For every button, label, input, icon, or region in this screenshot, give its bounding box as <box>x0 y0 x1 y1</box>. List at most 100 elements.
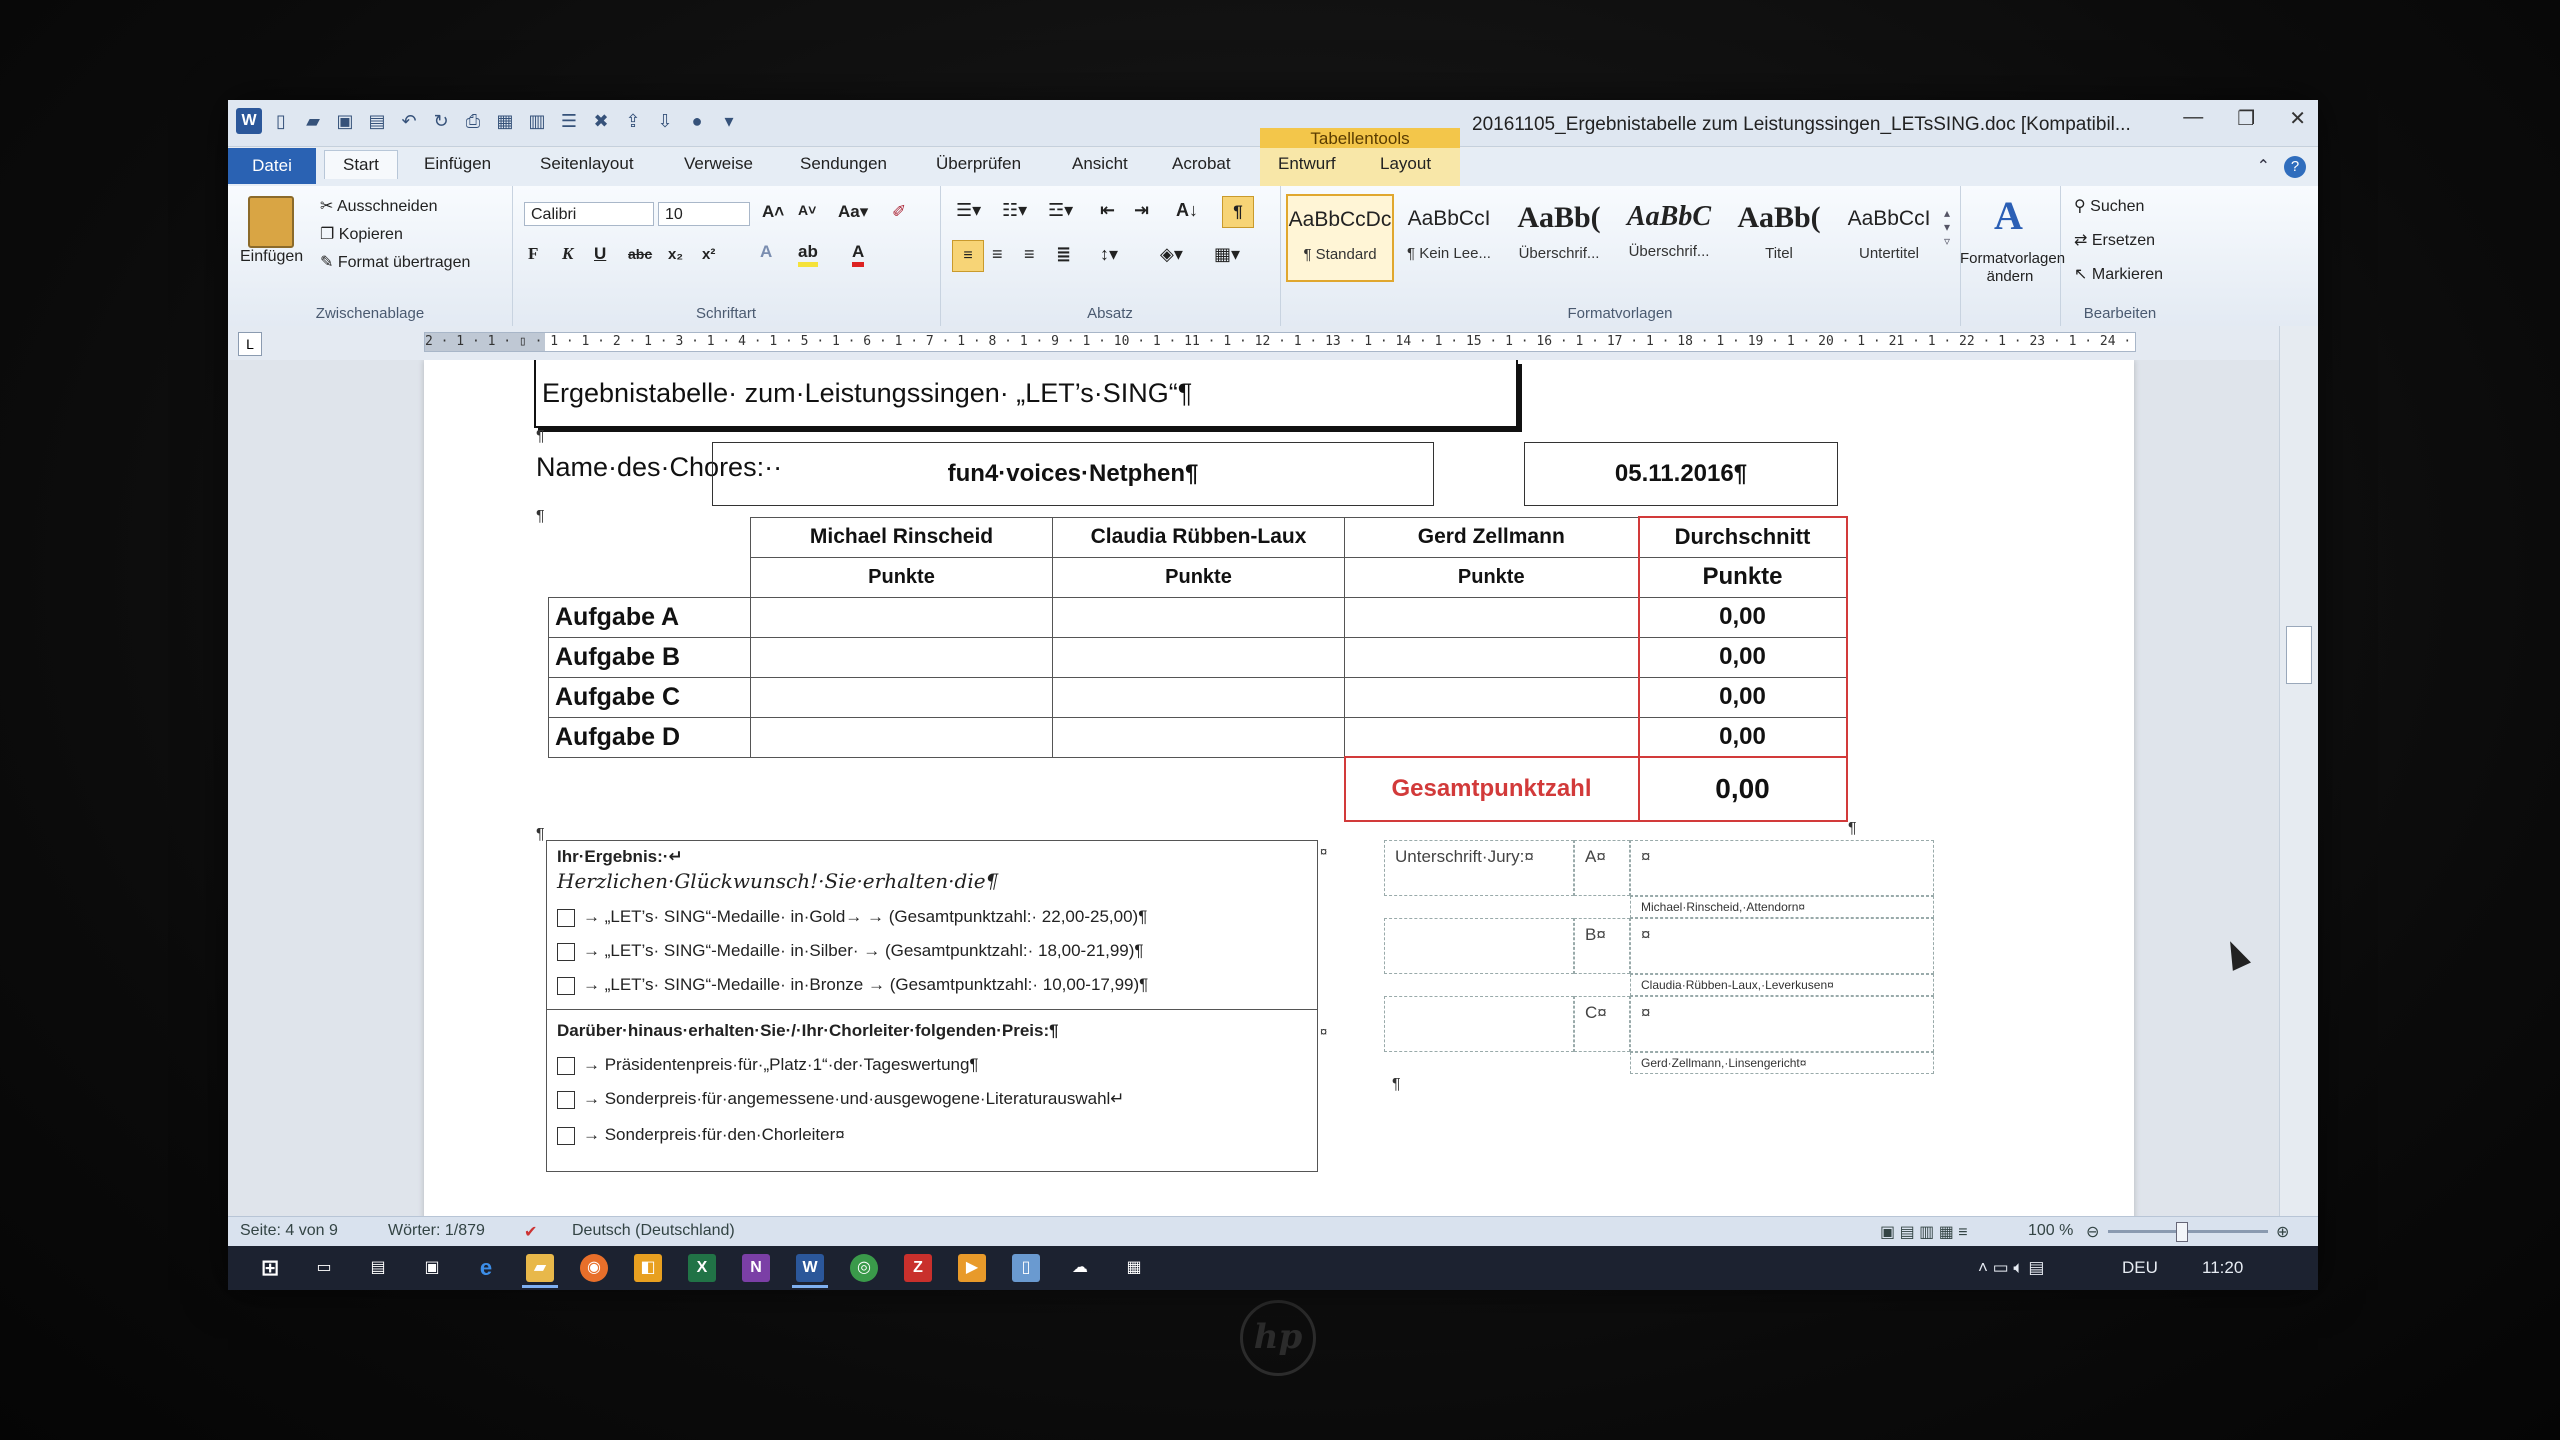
score-cell[interactable] <box>1052 636 1345 678</box>
redo-icon[interactable]: ↻ <box>428 108 454 134</box>
tray-icons[interactable]: ˄ ▭ 🔈︎ ▤ <box>1978 1258 2044 1278</box>
checkbox[interactable] <box>557 908 575 927</box>
list-icon[interactable]: ☰ <box>556 108 582 134</box>
score-cell[interactable] <box>750 676 1053 718</box>
tab-page-layout[interactable]: Seitenlayout <box>540 154 634 174</box>
tab-acrobat[interactable]: Acrobat <box>1172 154 1231 174</box>
view-buttons-icon[interactable]: ▣ ▤ ▥ ▦ ≡ <box>1880 1222 1968 1242</box>
score-cell[interactable] <box>1344 596 1639 638</box>
shrink-font-icon[interactable]: A˅ <box>798 202 816 218</box>
file-explorer-icon[interactable]: ▰ <box>526 1254 554 1282</box>
jury-name-b[interactable]: Claudia·Rübben-Laux,·Leverkusen¤ <box>1641 978 1834 992</box>
store-icon[interactable]: ▣ <box>418 1254 446 1282</box>
font-size-select[interactable]: 10 <box>658 202 750 226</box>
save-icon[interactable]: ▣ <box>332 108 358 134</box>
justify-icon[interactable]: ≣ <box>1056 244 1071 265</box>
clear-format-icon[interactable]: ✐ <box>892 202 906 222</box>
style-standard[interactable]: AaBbCcDc ¶ Standard <box>1286 194 1394 282</box>
score-cell[interactable] <box>1344 636 1639 678</box>
signature-field-a[interactable]: ¤ <box>1630 840 1934 896</box>
paste-button[interactable]: Einfügen <box>240 248 303 266</box>
multilevel-list-icon[interactable]: ☲▾ <box>1048 200 1073 221</box>
edge-icon[interactable]: e <box>472 1254 500 1282</box>
print-icon[interactable]: ▦ <box>492 108 518 134</box>
collapse-ribbon-icon[interactable]: ⌃ <box>2257 156 2270 178</box>
table-icon[interactable]: ▥ <box>524 108 550 134</box>
total-label[interactable]: Gesamtpunktzahl <box>1343 756 1640 822</box>
zoom-level[interactable]: 100 % <box>2028 1222 2073 1240</box>
subscript-icon[interactable]: x₂ <box>668 246 683 263</box>
word-count[interactable]: Wörter: 1/879 <box>388 1222 485 1240</box>
judge-1-points-header[interactable]: Punkte <box>750 556 1053 598</box>
jury-letter-c[interactable]: C¤ <box>1585 1003 1607 1023</box>
score-cell[interactable] <box>1052 676 1345 718</box>
style-title[interactable]: AaBb( Titel <box>1726 194 1832 280</box>
export-icon[interactable]: ⇪ <box>620 108 646 134</box>
checkbox[interactable] <box>557 1090 575 1109</box>
firefox-icon[interactable]: ◉ <box>580 1254 608 1282</box>
grow-font-icon[interactable]: A˄ <box>762 202 784 222</box>
tab-file[interactable]: Datei <box>228 148 316 184</box>
proofing-icon[interactable]: ✔ <box>524 1222 537 1242</box>
input-language[interactable]: DEU <box>2122 1258 2158 1278</box>
checkbox[interactable] <box>557 1126 575 1145</box>
excel-icon[interactable]: X <box>688 1254 716 1282</box>
signature-label[interactable]: Unterschrift·Jury:¤ <box>1395 847 1534 867</box>
decrease-indent-icon[interactable]: ⇤ <box>1100 200 1115 221</box>
jury-name-c[interactable]: Gerd·Zellmann,·Linsengericht¤ <box>1641 1056 1806 1070</box>
help-icon[interactable]: ? <box>2284 156 2306 178</box>
onenote-icon[interactable]: N <box>742 1254 770 1282</box>
checkbox[interactable] <box>557 942 575 961</box>
new-document-icon[interactable]: ▯ <box>268 108 294 134</box>
style-heading-1[interactable]: AaBb( Überschrif... <box>1506 194 1612 280</box>
tab-mailings[interactable]: Sendungen <box>800 154 887 174</box>
highlight-icon[interactable]: ab <box>798 242 818 267</box>
close-icon[interactable]: ✕ <box>2289 106 2306 131</box>
change-styles-label-1[interactable]: Formatvorlagen <box>1960 250 2065 267</box>
task-c-average[interactable]: 0,00 <box>1637 676 1848 718</box>
zoom-slider[interactable] <box>2108 1230 2268 1233</box>
tab-start[interactable]: Start <box>324 150 398 179</box>
task-view-icon[interactable]: ▭ <box>310 1254 338 1282</box>
scrollbar-thumb[interactable] <box>2286 626 2312 684</box>
score-cell[interactable] <box>750 596 1053 638</box>
bullets-icon[interactable]: ☰▾ <box>956 200 981 221</box>
line-spacing-icon[interactable]: ↕▾ <box>1100 244 1118 265</box>
font-name-select[interactable]: Calibri <box>524 202 654 226</box>
document-heading[interactable]: Ergebnistabelle· zum·Leistungssingen· „L… <box>542 378 1192 409</box>
medal-bronze-row[interactable]: → „LET’s· SING“-Medaille· in·Bronze → (G… <box>557 975 1148 995</box>
task-b-average[interactable]: 0,00 <box>1637 636 1848 678</box>
clock[interactable]: 11:20 <box>2202 1258 2243 1278</box>
task-b-label[interactable]: Aufgabe B <box>548 636 751 678</box>
result-label[interactable]: Ihr·Ergebnis:·↵ <box>557 847 683 867</box>
tab-references[interactable]: Verweise <box>684 154 753 174</box>
extra-prize-label[interactable]: Darüber·hinaus·erhalten·Sie·/·Ihr·Chorle… <box>557 1021 1059 1041</box>
notes-icon[interactable]: ▯ <box>1012 1254 1040 1282</box>
copy-button[interactable]: ❐ Kopieren <box>320 224 403 244</box>
calculator-icon[interactable]: ▤ <box>364 1254 392 1282</box>
score-cell[interactable] <box>1344 716 1639 758</box>
strikethrough-icon[interactable]: abc <box>628 246 652 262</box>
shading-icon[interactable]: ◈▾ <box>1160 244 1183 265</box>
bold-icon[interactable]: F <box>528 244 538 264</box>
windows-start-icon[interactable]: ⊞ <box>256 1254 284 1282</box>
zoom-in-icon[interactable]: ⊕ <box>2276 1222 2289 1242</box>
tab-layout[interactable]: Layout <box>1380 154 1431 174</box>
tab-view[interactable]: Ansicht <box>1072 154 1128 174</box>
score-cell[interactable] <box>1052 596 1345 638</box>
import-icon[interactable]: ⇩ <box>652 108 678 134</box>
horizontal-ruler[interactable]: 2 · 1 · 1 · ▯ · 1 · 1 · 2 · 1 · 3 · 1 · … <box>424 332 2136 352</box>
signature-field-c[interactable]: ¤ <box>1630 996 1934 1052</box>
remote-desktop-icon[interactable]: ▦ <box>1120 1254 1148 1282</box>
sticky-app-icon[interactable]: ◧ <box>634 1254 662 1282</box>
score-cell[interactable] <box>1052 716 1345 758</box>
save-all-icon[interactable]: ▤ <box>364 108 390 134</box>
paste-icon[interactable] <box>248 196 294 248</box>
checkbox[interactable] <box>557 976 575 995</box>
sort-icon[interactable]: A↓ <box>1176 200 1198 221</box>
underline-icon[interactable]: U <box>594 244 606 264</box>
medal-silver-row[interactable]: → „LET’s· SING“-Medaille· in·Silber· → (… <box>557 941 1144 961</box>
tab-insert[interactable]: Einfügen <box>424 154 491 174</box>
event-date[interactable]: 05.11.2016¶ <box>1524 442 1838 506</box>
style-no-spacing[interactable]: AaBbCcI ¶ Kein Lee... <box>1396 194 1502 280</box>
